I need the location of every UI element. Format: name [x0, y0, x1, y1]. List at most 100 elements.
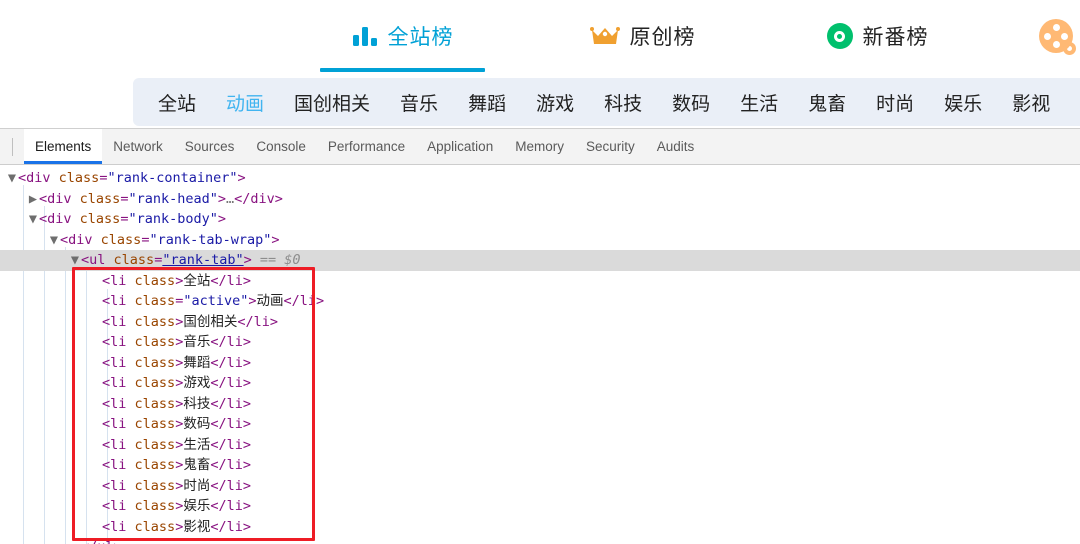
- rank-tab-新番榜[interactable]: 新番榜: [790, 0, 965, 72]
- dom-text-content: 科技: [183, 395, 211, 412]
- rank-tabs-row: 全站榜 原创榜 新番榜: [0, 0, 1080, 72]
- dom-node-row[interactable]: <li class>科技</li>: [0, 394, 1080, 415]
- dom-tag-name: div: [68, 231, 93, 248]
- disclosure-triangle[interactable]: [90, 291, 102, 312]
- dom-node-row[interactable]: ▼ <div class="rank-container">: [0, 168, 1080, 189]
- rank-tab-bar: 全站榜 原创榜 新番榜: [0, 0, 1080, 72]
- disclosure-triangle[interactable]: [90, 435, 102, 456]
- disclosure-triangle[interactable]: ▶: [27, 189, 39, 210]
- dom-node-row[interactable]: <li class>鬼畜</li>: [0, 455, 1080, 476]
- disclosure-triangle[interactable]: ▼: [6, 168, 18, 189]
- dom-close-tag: </li>: [210, 477, 251, 494]
- disclosure-triangle[interactable]: [90, 312, 102, 333]
- dom-text-content: 音乐: [183, 334, 211, 350]
- disclosure-triangle[interactable]: [90, 373, 102, 394]
- dom-attr-value: "rank-body": [128, 211, 218, 227]
- dom-node-row[interactable]: ▼ <div class="rank-body">: [0, 209, 1080, 230]
- devtools-tab-performance[interactable]: Performance: [317, 129, 416, 164]
- dom-tag-name: li: [110, 375, 127, 391]
- dom-node-row[interactable]: <li class="active">动画</li>: [0, 291, 1080, 312]
- category-tab-影视[interactable]: 影视: [997, 89, 1065, 116]
- category-tab-音乐[interactable]: 音乐: [385, 89, 453, 116]
- rank-tab-film[interactable]: [1032, 0, 1080, 72]
- dom-attr-value: "rank-head": [128, 190, 218, 207]
- dom-node-row[interactable]: <li class>娱乐</li>: [0, 496, 1080, 517]
- disclosure-triangle[interactable]: [90, 476, 102, 497]
- category-tab-全站[interactable]: 全站: [143, 89, 211, 116]
- dom-node-row[interactable]: <li class>全站</li>: [0, 271, 1080, 292]
- dom-node-row[interactable]: <li class>舞蹈</li>: [0, 353, 1080, 374]
- dom-node-row[interactable]: <li class>生活</li>: [0, 435, 1080, 456]
- dom-tag-name: li: [110, 293, 127, 309]
- dom-attr-name: class: [134, 395, 176, 412]
- dom-node-row[interactable]: <li class>数码</li>: [0, 414, 1080, 435]
- disclosure-triangle[interactable]: [90, 517, 102, 538]
- devtools-tab-audits[interactable]: Audits: [646, 129, 706, 164]
- dom-attr-name: class: [134, 354, 176, 371]
- dom-tag-name: li: [110, 272, 127, 289]
- dom-tag-name: div: [47, 211, 72, 227]
- category-tab-游戏[interactable]: 游戏: [521, 89, 589, 116]
- dom-attr-name: class: [134, 334, 176, 350]
- dom-close-tag: </li>: [210, 518, 251, 535]
- dom-node-row[interactable]: ▼ <ul class="rank-tab"> == $0: [0, 250, 1080, 271]
- category-tab-鬼畜[interactable]: 鬼畜: [793, 89, 861, 116]
- dom-text-content: 数码: [183, 416, 211, 432]
- category-tab-娱乐[interactable]: 娱乐: [929, 89, 997, 116]
- dom-attr-name: class: [58, 170, 100, 186]
- dom-close-tag: </li>: [210, 272, 251, 289]
- devtools-tab-elements[interactable]: Elements: [24, 129, 103, 164]
- dom-attr-name: class: [113, 252, 155, 268]
- disclosure-triangle[interactable]: [90, 394, 102, 415]
- rank-tab-全站榜[interactable]: 全站榜: [315, 0, 490, 72]
- dom-text-content: 舞蹈: [183, 354, 211, 371]
- dom-close-tag: </li>: [210, 416, 251, 432]
- devtools-tab-sources[interactable]: Sources: [174, 129, 246, 164]
- disclosure-triangle[interactable]: [90, 353, 102, 374]
- dom-node-row[interactable]: <li class>时尚</li>: [0, 476, 1080, 497]
- category-tab-科技[interactable]: 科技: [589, 89, 657, 116]
- devtools-tab-memory[interactable]: Memory: [504, 129, 575, 164]
- rank-tab-原创榜[interactable]: 原创榜: [555, 0, 730, 72]
- dom-close-tag: </li>: [283, 293, 325, 309]
- category-tab-生活[interactable]: 生活: [725, 89, 793, 116]
- disclosure-triangle[interactable]: [90, 496, 102, 517]
- devtools-tab-console[interactable]: Console: [245, 129, 317, 164]
- screenshot-root: 全站榜 原创榜 新番榜 全站 动画 国创相关 音乐 舞蹈 游戏 科技 数码 生活 鬼畜 时尚 娱乐 影视 E…: [0, 0, 1080, 544]
- disclosure-triangle[interactable]: [90, 455, 102, 476]
- dom-close-tag: </li>: [237, 313, 278, 330]
- dom-attr-value: "active": [183, 293, 249, 309]
- category-tab-数码[interactable]: 数码: [657, 89, 725, 116]
- category-tab-国创相关[interactable]: 国创相关: [279, 89, 385, 116]
- disclosure-triangle[interactable]: [69, 537, 81, 544]
- disclosure-triangle[interactable]: [90, 271, 102, 292]
- dom-node-row[interactable]: </ul>: [0, 537, 1080, 544]
- rank-tab-label: 新番榜: [862, 26, 929, 49]
- dom-node-row[interactable]: ▶ <div class="rank-head">…</div>: [0, 189, 1080, 210]
- dom-node-row[interactable]: <li class>国创相关</li>: [0, 312, 1080, 333]
- disclosure-triangle[interactable]: [90, 414, 102, 435]
- devtools-tab-network[interactable]: Network: [102, 129, 174, 164]
- disclosure-triangle[interactable]: ▼: [69, 250, 81, 271]
- dom-node-row[interactable]: <li class>游戏</li>: [0, 373, 1080, 394]
- disclosure-triangle[interactable]: ▼: [27, 209, 39, 230]
- category-tab-时尚[interactable]: 时尚: [861, 89, 929, 116]
- devtools-tab-application[interactable]: Application: [416, 129, 504, 164]
- dom-tag-name: li: [110, 416, 127, 432]
- category-tab-舞蹈[interactable]: 舞蹈: [453, 89, 521, 116]
- dom-close-tag: </div>: [234, 190, 283, 207]
- dom-tag-name: div: [47, 190, 72, 207]
- dom-close-tag: </li>: [210, 498, 251, 514]
- dom-close-tag: </li>: [210, 354, 251, 371]
- category-tab-动画[interactable]: 动画: [211, 89, 279, 116]
- dom-attr-value: "rank-tab-wrap": [149, 231, 272, 248]
- dom-node-row[interactable]: ▼ <div class="rank-tab-wrap">: [0, 230, 1080, 251]
- crown-icon: [589, 25, 620, 47]
- active-tab-underline: [320, 68, 485, 72]
- dom-text-content: 鬼畜: [183, 457, 211, 473]
- dom-node-row[interactable]: <li class>音乐</li>: [0, 332, 1080, 353]
- disclosure-triangle[interactable]: [90, 332, 102, 353]
- disclosure-triangle[interactable]: ▼: [48, 230, 60, 251]
- dom-node-row[interactable]: <li class>影视</li>: [0, 517, 1080, 538]
- devtools-tab-security[interactable]: Security: [575, 129, 646, 164]
